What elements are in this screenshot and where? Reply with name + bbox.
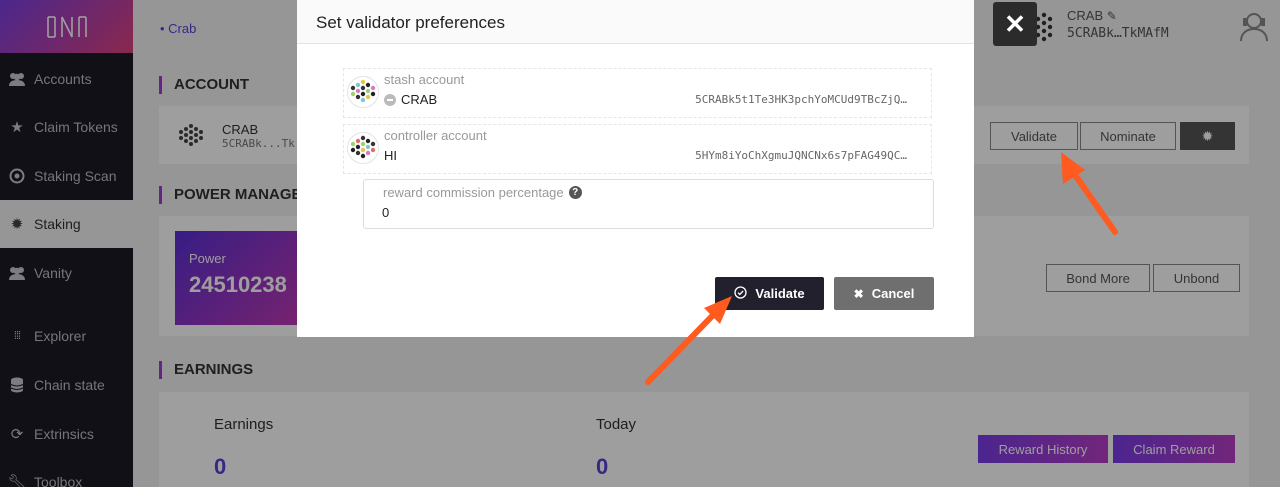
close-modal-button[interactable]: ✕ (993, 2, 1037, 46)
help-icon[interactable]: ? (568, 186, 582, 199)
commission-input[interactable] (382, 205, 902, 220)
commission-label-row: reward commission percentage ? (383, 185, 582, 200)
annotation-arrow-header-validate (1061, 152, 1118, 235)
stash-account-address: 5CRABk5t1Te3HK3pchYoMCUd9TBcZjQ… (695, 93, 907, 106)
controller-identicon (347, 132, 379, 164)
controller-account-label: controller account (384, 128, 487, 143)
modal-title: Set validator preferences (297, 0, 974, 44)
minus-badge-icon (384, 93, 396, 106)
validator-preferences-modal: Set validator preferences stash account … (297, 0, 974, 337)
stash-account-label: stash account (384, 72, 465, 87)
annotation-arrow-validate (645, 296, 732, 385)
stash-account-name-text: CRAB (401, 92, 438, 107)
controller-account-address: 5HYm8iYoChXgmuJQNCNx6s7pFAG49QC… (695, 149, 907, 162)
commission-label: reward commission percentage (383, 185, 564, 200)
validate-label: Validate (755, 286, 805, 301)
close-icon: ✕ (1004, 8, 1026, 39)
cancel-button[interactable]: ✖ Cancel (834, 277, 934, 310)
stash-identicon (347, 76, 379, 108)
controller-account-field[interactable]: controller account HI 5HYm8iYoChXgmuJQNC… (343, 124, 932, 174)
controller-account-name: HI (384, 148, 397, 163)
stash-account-field[interactable]: stash account CRAB 5CRABk5t1Te3HK3pchYoM… (343, 68, 932, 118)
cancel-label: Cancel (871, 286, 915, 301)
commission-field: reward commission percentage ? (363, 179, 934, 229)
stash-account-name: CRAB (384, 92, 437, 107)
close-icon: ✖ (853, 286, 864, 301)
